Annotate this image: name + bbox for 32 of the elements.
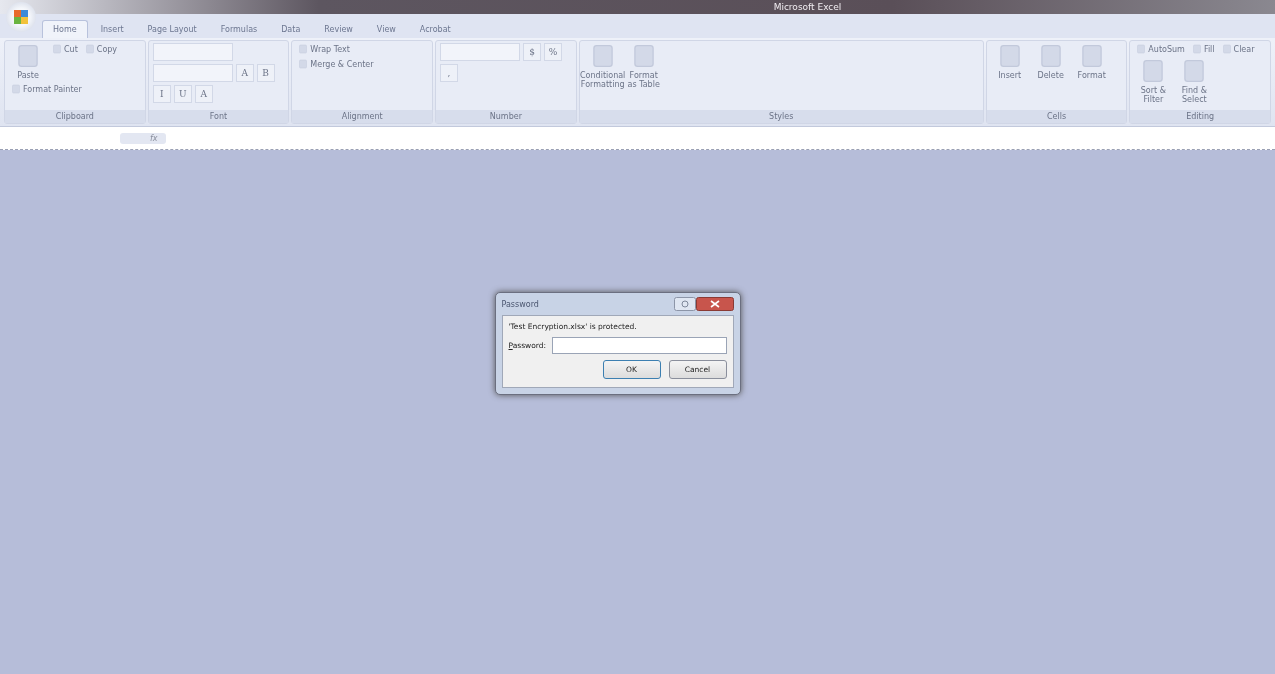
close-icon[interactable] (695, 297, 734, 311)
command-icon (52, 44, 62, 54)
ribbon-tab[interactable]: Home (42, 20, 88, 38)
group-label: Font (148, 110, 289, 123)
ribbon-tab[interactable]: Formulas (209, 20, 269, 38)
command-icon (1191, 44, 1202, 54)
function-button[interactable]: fx (120, 132, 166, 144)
ribbon-tab[interactable]: Insert (89, 20, 135, 38)
password-field[interactable] (552, 337, 727, 354)
ribbon-tab[interactable]: Page Layout (136, 20, 208, 38)
command-icon (298, 44, 309, 54)
group-label: Styles (579, 110, 983, 123)
command-icon (11, 84, 21, 94)
ribbon-tab[interactable]: Data (270, 20, 312, 38)
window-title: Microsoft Excel (773, 2, 842, 12)
command-icon (1221, 44, 1232, 54)
help-icon[interactable] (673, 297, 696, 311)
group-label: Alignment (292, 110, 432, 123)
logo-icon (13, 9, 29, 25)
group-label: Cells (986, 110, 1127, 123)
command-icon (84, 44, 95, 54)
group-label: Editing (1130, 110, 1271, 123)
group-label: Clipboard (5, 110, 145, 123)
command-icon (15, 43, 41, 69)
group-label: Number (436, 110, 576, 123)
ribbon-tab[interactable]: Acrobat (408, 20, 462, 38)
ribbon-tab[interactable]: View (365, 20, 407, 38)
ribbon-tab[interactable]: Review (313, 20, 364, 38)
dialog-title: Password (501, 299, 539, 309)
command-icon (1136, 44, 1147, 54)
command-icon (298, 59, 309, 69)
office-button[interactable] (6, 2, 36, 32)
